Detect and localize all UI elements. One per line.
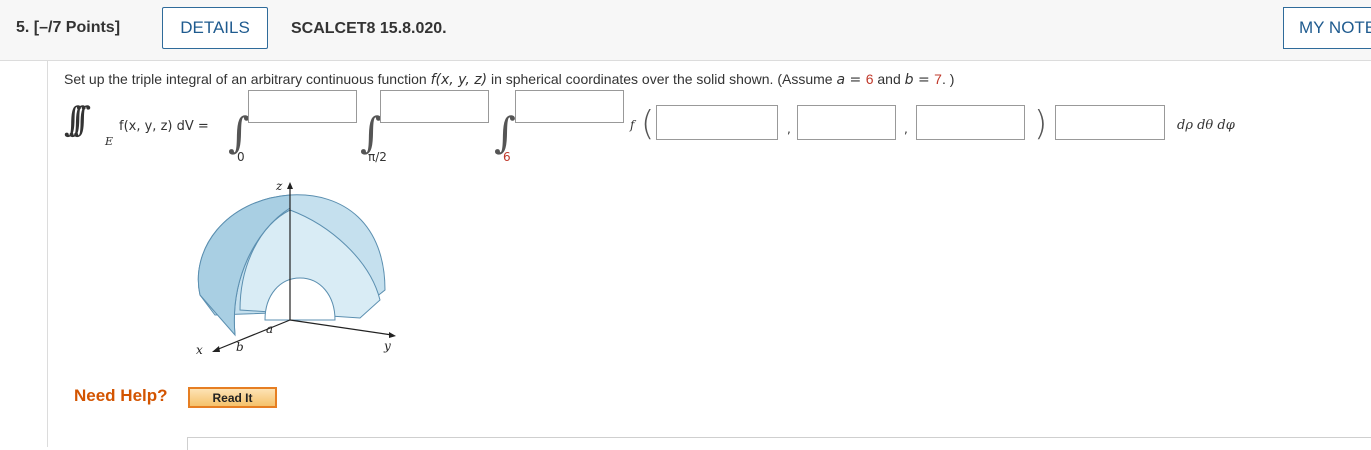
z-axis-arrow bbox=[287, 182, 293, 189]
argument-2-input[interactable] bbox=[797, 105, 896, 140]
need-help-label: Need Help? bbox=[74, 386, 168, 405]
my-notes-button[interactable]: MY NOTES bbox=[1283, 7, 1371, 49]
triple-integral-sign: ∫∫∫ bbox=[64, 100, 91, 140]
differentials: dρ dθ dφ bbox=[1177, 118, 1235, 133]
next-section-box bbox=[187, 437, 1371, 450]
inner-radius-label: a bbox=[266, 322, 273, 336]
x-axis-label: x bbox=[196, 343, 203, 357]
outer-radius-label: b bbox=[236, 340, 244, 354]
read-it-button[interactable]: Read It bbox=[188, 387, 277, 408]
b-value: 7 bbox=[934, 71, 942, 87]
open-paren: ( bbox=[641, 104, 655, 144]
lower-limit-theta: π/2 bbox=[368, 150, 387, 164]
function-f-label: f bbox=[630, 118, 635, 132]
argument-3-input[interactable] bbox=[916, 105, 1025, 140]
argument-1-input[interactable] bbox=[656, 105, 778, 140]
problem-code: SCALCET8 15.8.020. bbox=[291, 20, 447, 37]
region-subscript: E bbox=[105, 135, 114, 148]
comma-2: , bbox=[904, 122, 908, 136]
jacobian-factor-input[interactable] bbox=[1055, 105, 1165, 140]
upper-limit-rho-input[interactable] bbox=[515, 90, 624, 123]
integral-lhs: f(x, y, z) dV = bbox=[119, 119, 209, 134]
y-axis bbox=[289, 319, 393, 336]
x-axis-arrow bbox=[212, 346, 220, 352]
solid-region-figure: z y x a b bbox=[196, 179, 396, 357]
left-divider bbox=[47, 61, 48, 447]
lower-limit-rho: 6 bbox=[503, 150, 511, 164]
question-text: Set up the triple integral of an arbitra… bbox=[64, 71, 955, 88]
y-axis-label: y bbox=[383, 339, 391, 353]
upper-limit-theta-input[interactable] bbox=[380, 90, 489, 123]
z-axis-label: z bbox=[275, 179, 283, 193]
lower-limit-phi: 0 bbox=[237, 150, 245, 164]
function-expression: f(x, y, z) bbox=[430, 72, 488, 88]
upper-limit-phi-input[interactable] bbox=[248, 90, 357, 123]
comma-1: , bbox=[787, 122, 791, 136]
close-paren: ) bbox=[1034, 104, 1048, 144]
details-button[interactable]: DETAILS bbox=[162, 7, 268, 49]
y-axis-arrow bbox=[389, 332, 396, 338]
question-header: 5. [–/7 Points] DETAILS SCALCET8 15.8.02… bbox=[0, 0, 1371, 61]
question-number: 5. [–/7 Points] bbox=[16, 19, 121, 36]
